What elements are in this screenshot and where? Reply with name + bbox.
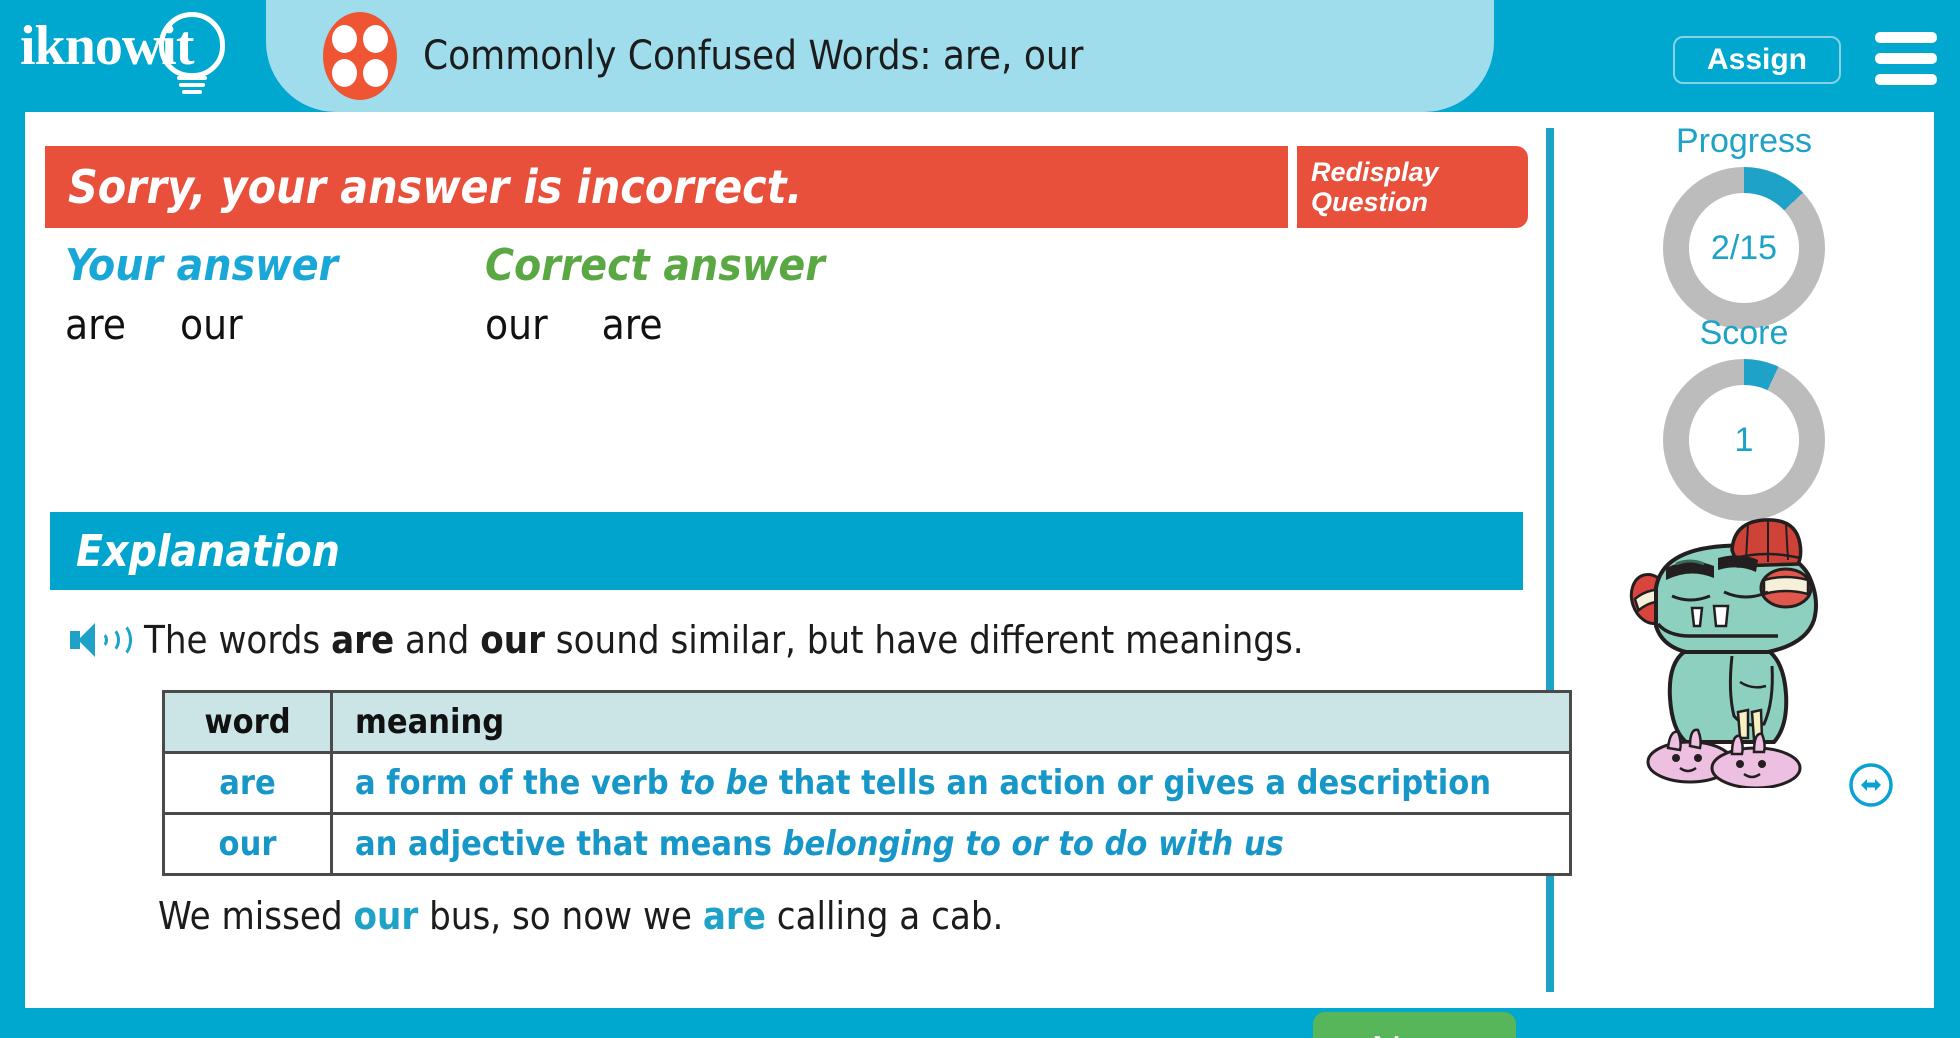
redisplay-line-2: Question xyxy=(1311,187,1429,217)
example-bold-our: our xyxy=(353,894,419,938)
lightbulb-icon xyxy=(159,12,225,78)
assign-button[interactable]: Assign xyxy=(1673,36,1841,84)
example-post: calling a cab. xyxy=(765,894,1004,938)
your-answer-block: Your answer are our xyxy=(65,240,339,350)
resize-horizontal-icon[interactable] xyxy=(1848,762,1894,808)
progress-donut: 2/15 xyxy=(1663,167,1825,329)
main-content: Sorry, your answer is incorrect. Redispl… xyxy=(25,112,1572,1038)
four-dots-icon xyxy=(323,12,397,100)
speaker-icon[interactable] xyxy=(70,620,132,660)
redisplay-line-1: Redisplay xyxy=(1311,156,1439,187)
hamburger-menu-icon[interactable] xyxy=(1875,32,1937,85)
explanation-banner: Explanation xyxy=(50,512,1523,590)
example-bold-are: are xyxy=(702,894,766,938)
intro-post: sound similar, but have different meanin… xyxy=(544,618,1304,662)
word-meaning-table: word meaning are a form of the verb to b… xyxy=(162,690,1572,876)
your-answer-value-1: are xyxy=(65,300,127,349)
progress-label: Progress xyxy=(1675,122,1813,160)
table-row: our an adjective that means belonging to… xyxy=(162,812,1572,876)
result-row: Sorry, your answer is incorrect. Redispl… xyxy=(45,146,1528,228)
explanation-intro-text: The words are and our sound similar, but… xyxy=(144,618,1304,662)
table-cell-meaning-are: a form of the verb to be that tells an a… xyxy=(330,751,1572,815)
redisplay-question-button[interactable]: Redisplay Question xyxy=(1297,146,1528,228)
progress-meter: Progress 2/15 xyxy=(1554,122,1934,329)
intro-bold-our: our xyxy=(480,618,545,662)
meaning-are-italic: to be xyxy=(679,763,769,803)
meaning-are-pre: a form of the verb xyxy=(355,763,680,803)
table-header-meaning: meaning xyxy=(330,690,1572,754)
your-answer-label: Your answer xyxy=(65,240,339,291)
intro-pre: The words xyxy=(144,618,332,662)
your-answer-values: are our xyxy=(65,300,338,349)
lightbulb-base-icon xyxy=(177,76,207,100)
explanation-body: The words are and our sound similar, but… xyxy=(50,612,1572,938)
example-mid: bus, so now we xyxy=(418,894,703,938)
score-value: 1 xyxy=(1689,385,1799,495)
score-label: Score xyxy=(1699,314,1789,352)
table-cell-word-our: our xyxy=(162,812,333,876)
score-donut: 1 xyxy=(1663,359,1825,521)
progress-value: 2/15 xyxy=(1689,193,1799,303)
app-header: iknowit Commonly Confused Words: are, ou… xyxy=(0,0,1960,112)
explanation-title: Explanation xyxy=(76,525,340,577)
table-row: are a form of the verb to be that tells … xyxy=(162,751,1572,815)
score-meter: Score 1 xyxy=(1554,314,1934,521)
page-title: Commonly Confused Words: are, our xyxy=(423,33,1084,79)
table-cell-meaning-our: an adjective that means belonging to or … xyxy=(330,812,1572,876)
meaning-our-pre: an adjective that means xyxy=(355,824,783,864)
your-answer-value-2: our xyxy=(180,300,243,349)
answers-section: Your answer are our Correct answer our a… xyxy=(45,240,1045,350)
monster-mascot-icon xyxy=(1628,516,1858,790)
correct-answer-value-1: our xyxy=(485,300,548,349)
correct-answer-label: Correct answer xyxy=(485,240,825,291)
example-pre: We missed xyxy=(158,894,354,938)
meaning-our-italic: belonging to or to do with us xyxy=(782,824,1284,864)
table-cell-word-are: are xyxy=(162,751,333,815)
next-button[interactable]: Next xyxy=(1313,1012,1516,1038)
correct-answer-block: Correct answer our are xyxy=(485,240,825,350)
meaning-are-post: that tells an action or gives a descript… xyxy=(768,763,1492,803)
app-root: iknowit Commonly Confused Words: are, ou… xyxy=(0,0,1960,1038)
table-header-word: word xyxy=(162,690,333,754)
lesson-title-pill: Commonly Confused Words: are, our xyxy=(266,0,1494,112)
sidebar: Progress 2/15 Score 1 xyxy=(1554,112,1934,1008)
correct-answer-values: our are xyxy=(485,300,825,349)
explanation-intro-row: The words are and our sound similar, but… xyxy=(50,612,1523,668)
result-banner: Sorry, your answer is incorrect. xyxy=(45,146,1288,228)
iknowit-logo[interactable]: iknowit xyxy=(20,6,235,106)
explanation-example: We missed our bus, so now we are calling… xyxy=(158,894,1003,938)
correct-answer-value-2: are xyxy=(601,300,663,349)
result-message: Sorry, your answer is incorrect. xyxy=(68,160,803,214)
intro-mid: and xyxy=(394,618,481,662)
content-card: Sorry, your answer is incorrect. Redispl… xyxy=(25,112,1934,1038)
table-header-row: word meaning xyxy=(162,690,1572,754)
intro-bold-are: are xyxy=(331,618,395,662)
